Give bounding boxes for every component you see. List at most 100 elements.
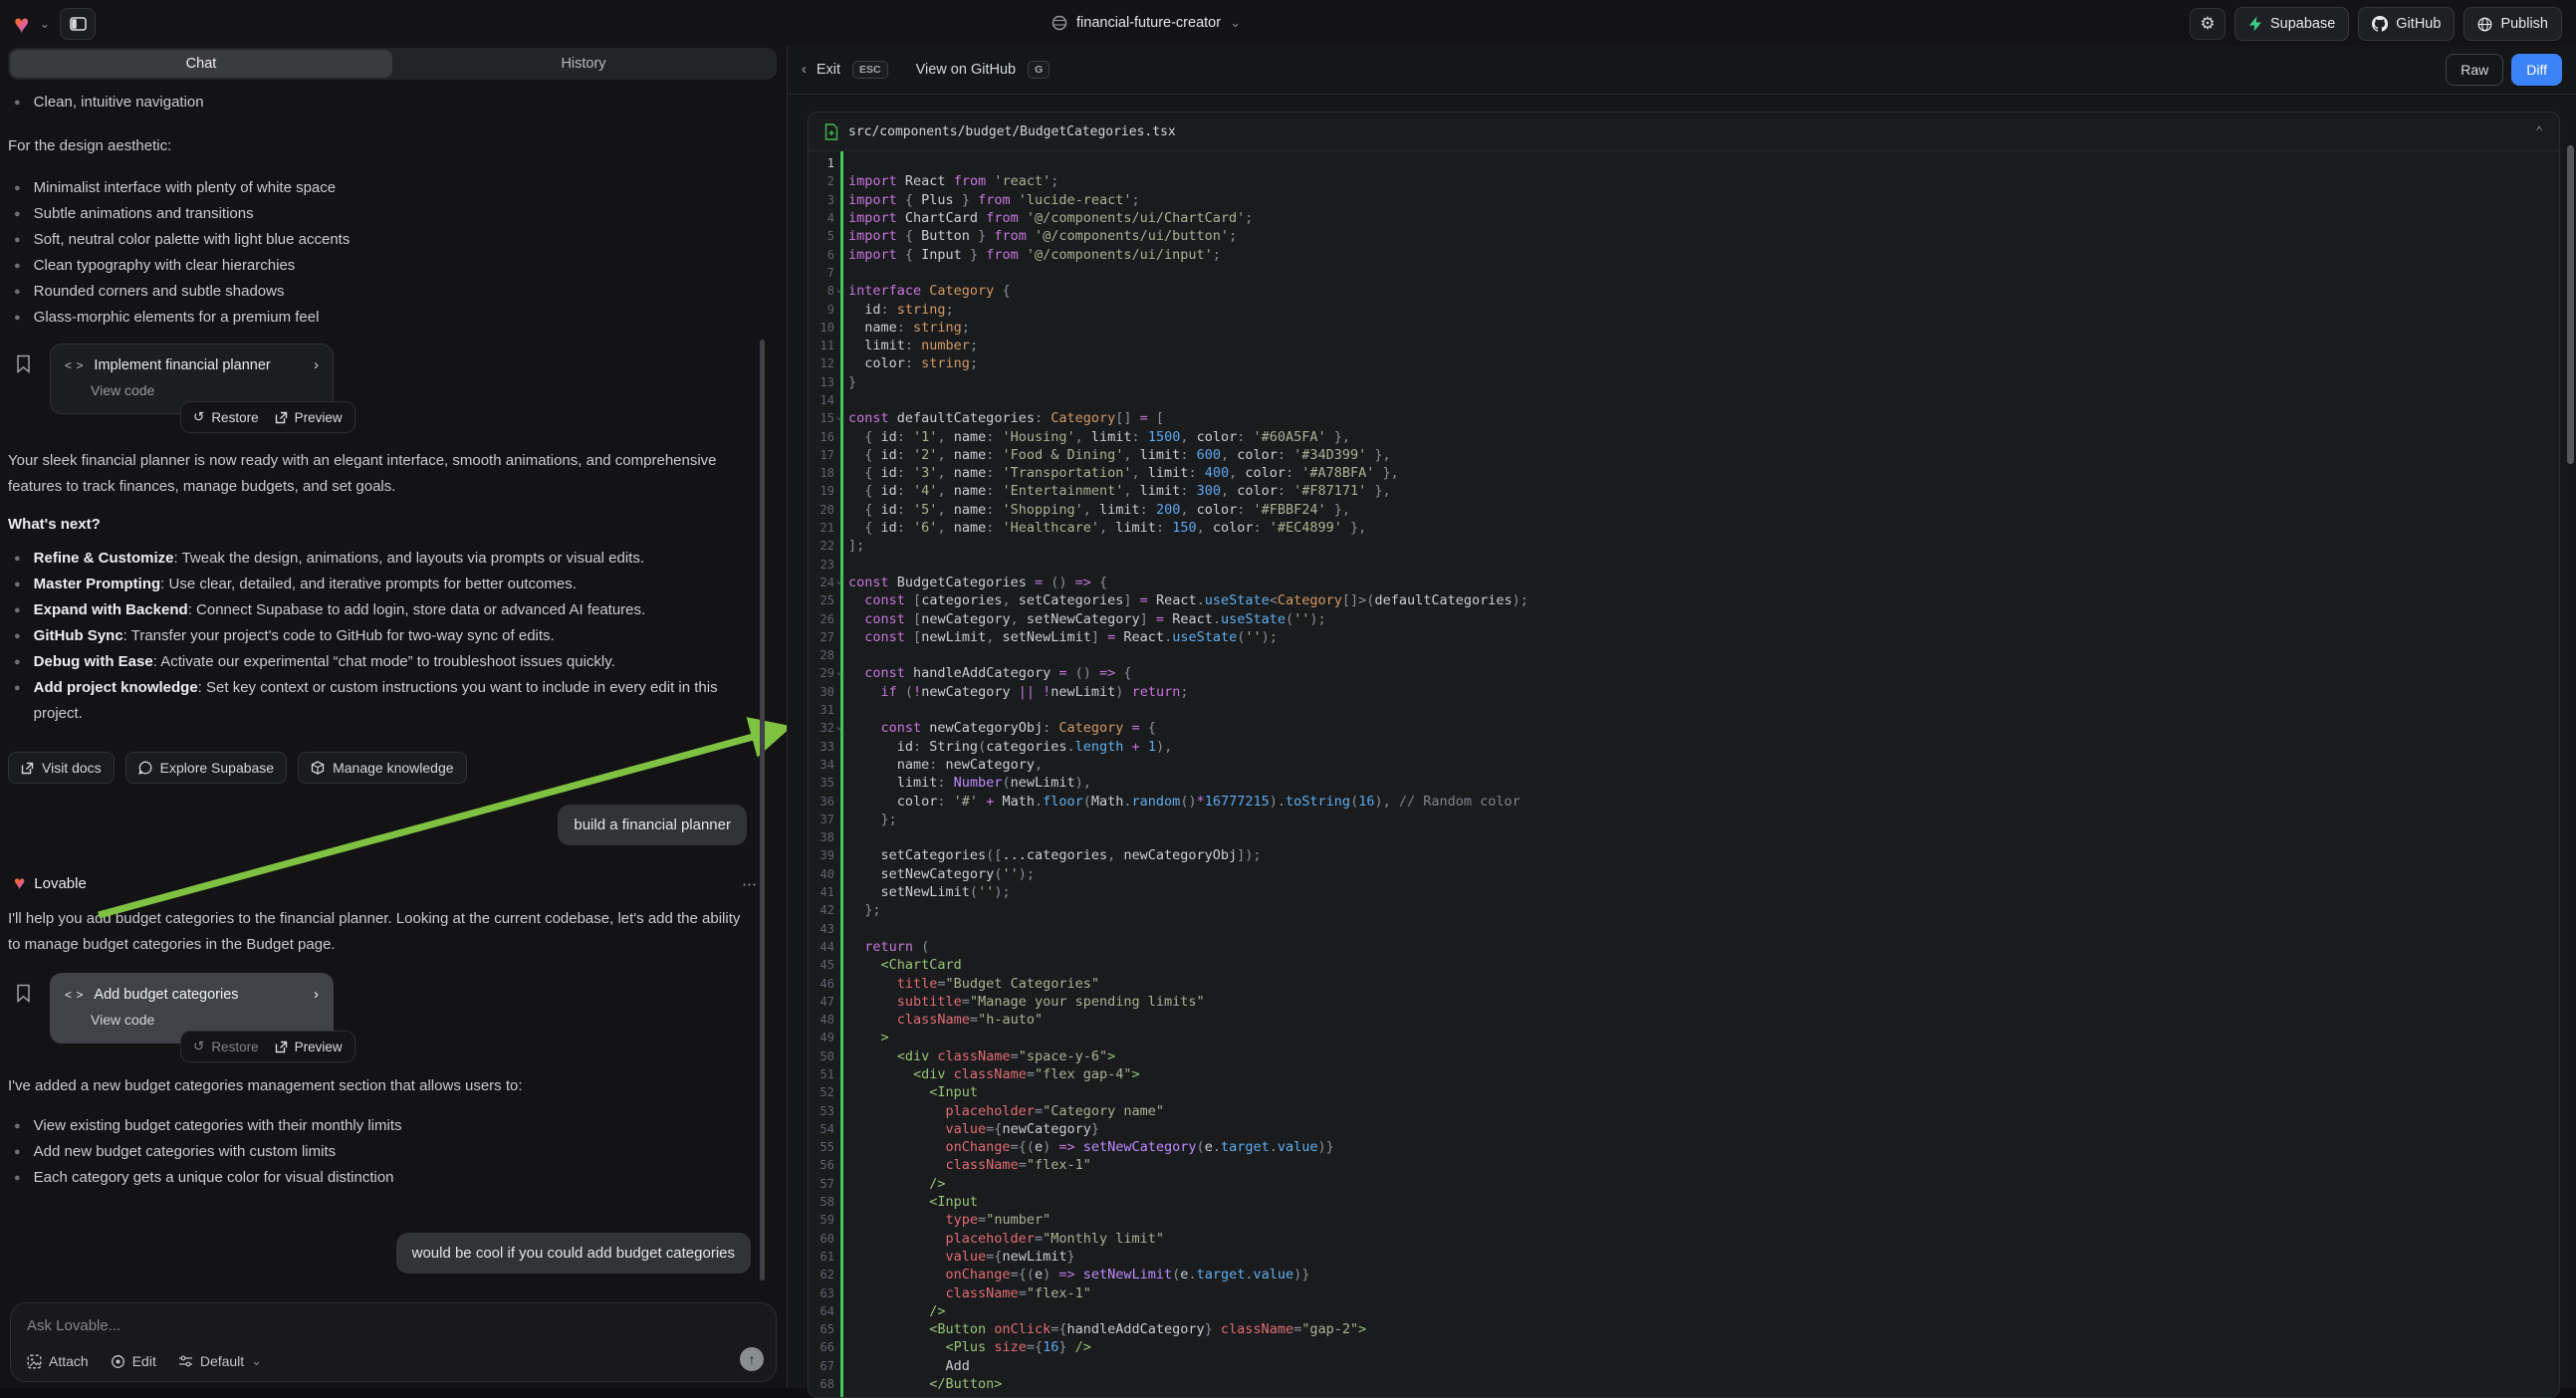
settings-button[interactable]: ⚙ xyxy=(2190,8,2225,40)
list-item: ●Rounded corners and subtle shadows xyxy=(14,279,756,305)
package-icon xyxy=(311,761,325,775)
restore-button[interactable]: ↺Restore xyxy=(193,409,259,425)
line-number: 37 xyxy=(809,813,834,826)
line-number: 53 xyxy=(809,1104,834,1118)
code-line: 32⌄ const newCategoryObj: Category = { xyxy=(809,719,2559,737)
code-line: 33 id: String(categories.length + 1), xyxy=(809,738,2559,756)
code-line: 60 placeholder="Monthly limit" xyxy=(809,1230,2559,1248)
fold-chevron-icon[interactable]: ⌄ xyxy=(836,412,841,422)
user-message: would be cool if you could add budget ca… xyxy=(396,1233,751,1274)
collapse-file-chevron-icon[interactable]: ⌃ xyxy=(2535,124,2543,139)
back-chevron-icon[interactable]: ‹ xyxy=(802,62,807,78)
line-number: 30 xyxy=(809,685,834,699)
code-line: 57 /> xyxy=(809,1175,2559,1193)
manage-knowledge-button[interactable]: Manage knowledge xyxy=(298,752,466,784)
diff-toggle-button[interactable]: Diff xyxy=(2511,54,2562,86)
code-line: 7 xyxy=(809,264,2559,282)
view-code-link[interactable]: View code xyxy=(91,382,319,398)
code-line: 46 title="Budget Categories" xyxy=(809,974,2559,992)
chat-input[interactable]: Ask Lovable... xyxy=(27,1317,760,1334)
line-number: 63 xyxy=(809,1286,834,1300)
view-on-github-button[interactable]: View on GitHub xyxy=(916,62,1016,78)
edit-mode-button[interactable]: Edit xyxy=(111,1353,156,1369)
github-icon xyxy=(2372,16,2388,32)
chat-panel: Chat History ●Clean, intuitive navigatio… xyxy=(0,46,787,1388)
line-number: 38 xyxy=(809,830,834,844)
line-number: 44 xyxy=(809,940,834,954)
bullet-icon: ● xyxy=(14,227,21,253)
line-number: 58 xyxy=(809,1195,834,1209)
code-line: 28 xyxy=(809,646,2559,664)
attach-button[interactable]: Attach xyxy=(27,1353,89,1369)
lovable-logo-icon[interactable]: ♥ xyxy=(14,11,29,37)
bookmark-icon[interactable] xyxy=(16,984,31,1003)
code-line: 50 <div className="space-y-6"> xyxy=(809,1048,2559,1065)
preview-button[interactable]: Preview xyxy=(275,1040,343,1054)
line-number: 28 xyxy=(809,648,834,662)
model-selector[interactable]: Default ⌄ xyxy=(178,1353,262,1369)
restore-icon: ↺ xyxy=(193,1039,204,1054)
target-icon xyxy=(111,1354,125,1369)
code-line: 59 type="number" xyxy=(809,1211,2559,1229)
lovable-avatar-icon: ♥ xyxy=(14,874,25,893)
added-lines-indicator xyxy=(840,151,843,1397)
code-line: 11 limit: number; xyxy=(809,337,2559,354)
code-line: 2import React from 'react'; xyxy=(809,172,2559,190)
code-line: 16 { id: '1', name: 'Housing', limit: 15… xyxy=(809,427,2559,445)
bullet-icon: ● xyxy=(14,279,21,305)
logo-menu-chevron-icon[interactable]: ⌄ xyxy=(39,16,50,32)
fold-chevron-icon[interactable]: ⌄ xyxy=(836,285,841,295)
panel-left-icon xyxy=(70,17,87,31)
fold-chevron-icon[interactable]: ⌄ xyxy=(836,722,841,732)
list-item: ●Minimalist interface with plenty of whi… xyxy=(14,175,756,201)
code-line: 54 value={newCategory} xyxy=(809,1120,2559,1138)
line-number: 14 xyxy=(809,393,834,407)
project-switcher[interactable]: financial-future-creator ⌄ xyxy=(1052,0,1241,46)
list-item: ●View existing budget categories with th… xyxy=(14,1113,759,1139)
more-options-button[interactable]: ⋯ xyxy=(742,875,759,893)
editor-scrollbar[interactable] xyxy=(2567,145,2574,464)
tab-history[interactable]: History xyxy=(392,50,775,78)
code-line: 13} xyxy=(809,373,2559,391)
exit-button[interactable]: Exit xyxy=(817,62,840,78)
github-button[interactable]: GitHub xyxy=(2358,7,2455,41)
bullet-icon: ● xyxy=(14,201,21,227)
publish-button[interactable]: Publish xyxy=(2463,7,2562,41)
view-code-link[interactable]: View code xyxy=(91,1012,319,1028)
visit-docs-button[interactable]: Visit docs xyxy=(8,752,115,784)
code-line: 9 id: string; xyxy=(809,300,2559,318)
file-header[interactable]: src/components/budget/BudgetCategories.t… xyxy=(809,113,2559,151)
list-item: ●Add new budget categories with custom l… xyxy=(14,1139,759,1165)
top-bar: ♥ ⌄ financial-future-creator ⌄ ⚙ Supabas… xyxy=(0,0,2576,46)
bullet-icon: ● xyxy=(14,675,21,727)
external-link-icon xyxy=(275,411,288,424)
raw-toggle-button[interactable]: Raw xyxy=(2446,54,2503,86)
user-message: build a financial planner xyxy=(558,805,747,845)
preview-button[interactable]: Preview xyxy=(275,410,343,425)
send-button[interactable]: ↑ xyxy=(740,1347,764,1371)
code-line: 12 color: string; xyxy=(809,354,2559,372)
line-number: 50 xyxy=(809,1049,834,1063)
line-number: 6 xyxy=(809,248,834,262)
line-number: 27 xyxy=(809,630,834,644)
fold-chevron-icon[interactable]: ⌄ xyxy=(836,667,841,677)
supabase-button[interactable]: Supabase xyxy=(2234,7,2349,41)
code-line: 66 <Plus size={16} /> xyxy=(809,1338,2559,1356)
line-number: 36 xyxy=(809,795,834,809)
sliders-icon xyxy=(178,1354,193,1368)
list-item: ●Add project knowledge: Set key context … xyxy=(14,675,759,727)
explore-supabase-button[interactable]: Explore Supabase xyxy=(125,752,287,784)
chat-scrollbar[interactable] xyxy=(760,340,765,1281)
code-line: 51 <div className="flex gap-4"> xyxy=(809,1065,2559,1083)
restore-button[interactable]: ↺Restore xyxy=(193,1039,259,1054)
code-line: 20 { id: '5', name: 'Shopping', limit: 2… xyxy=(809,501,2559,519)
fold-chevron-icon[interactable]: ⌄ xyxy=(836,577,841,586)
line-number: 21 xyxy=(809,521,834,535)
toggle-sidebar-button[interactable] xyxy=(60,8,96,40)
line-number: 2 xyxy=(809,174,834,188)
line-number: 47 xyxy=(809,995,834,1009)
tab-chat[interactable]: Chat xyxy=(10,50,392,78)
bullet-icon: ● xyxy=(14,1139,21,1165)
bookmark-icon[interactable] xyxy=(16,354,31,373)
code-line: 42 }; xyxy=(809,901,2559,919)
